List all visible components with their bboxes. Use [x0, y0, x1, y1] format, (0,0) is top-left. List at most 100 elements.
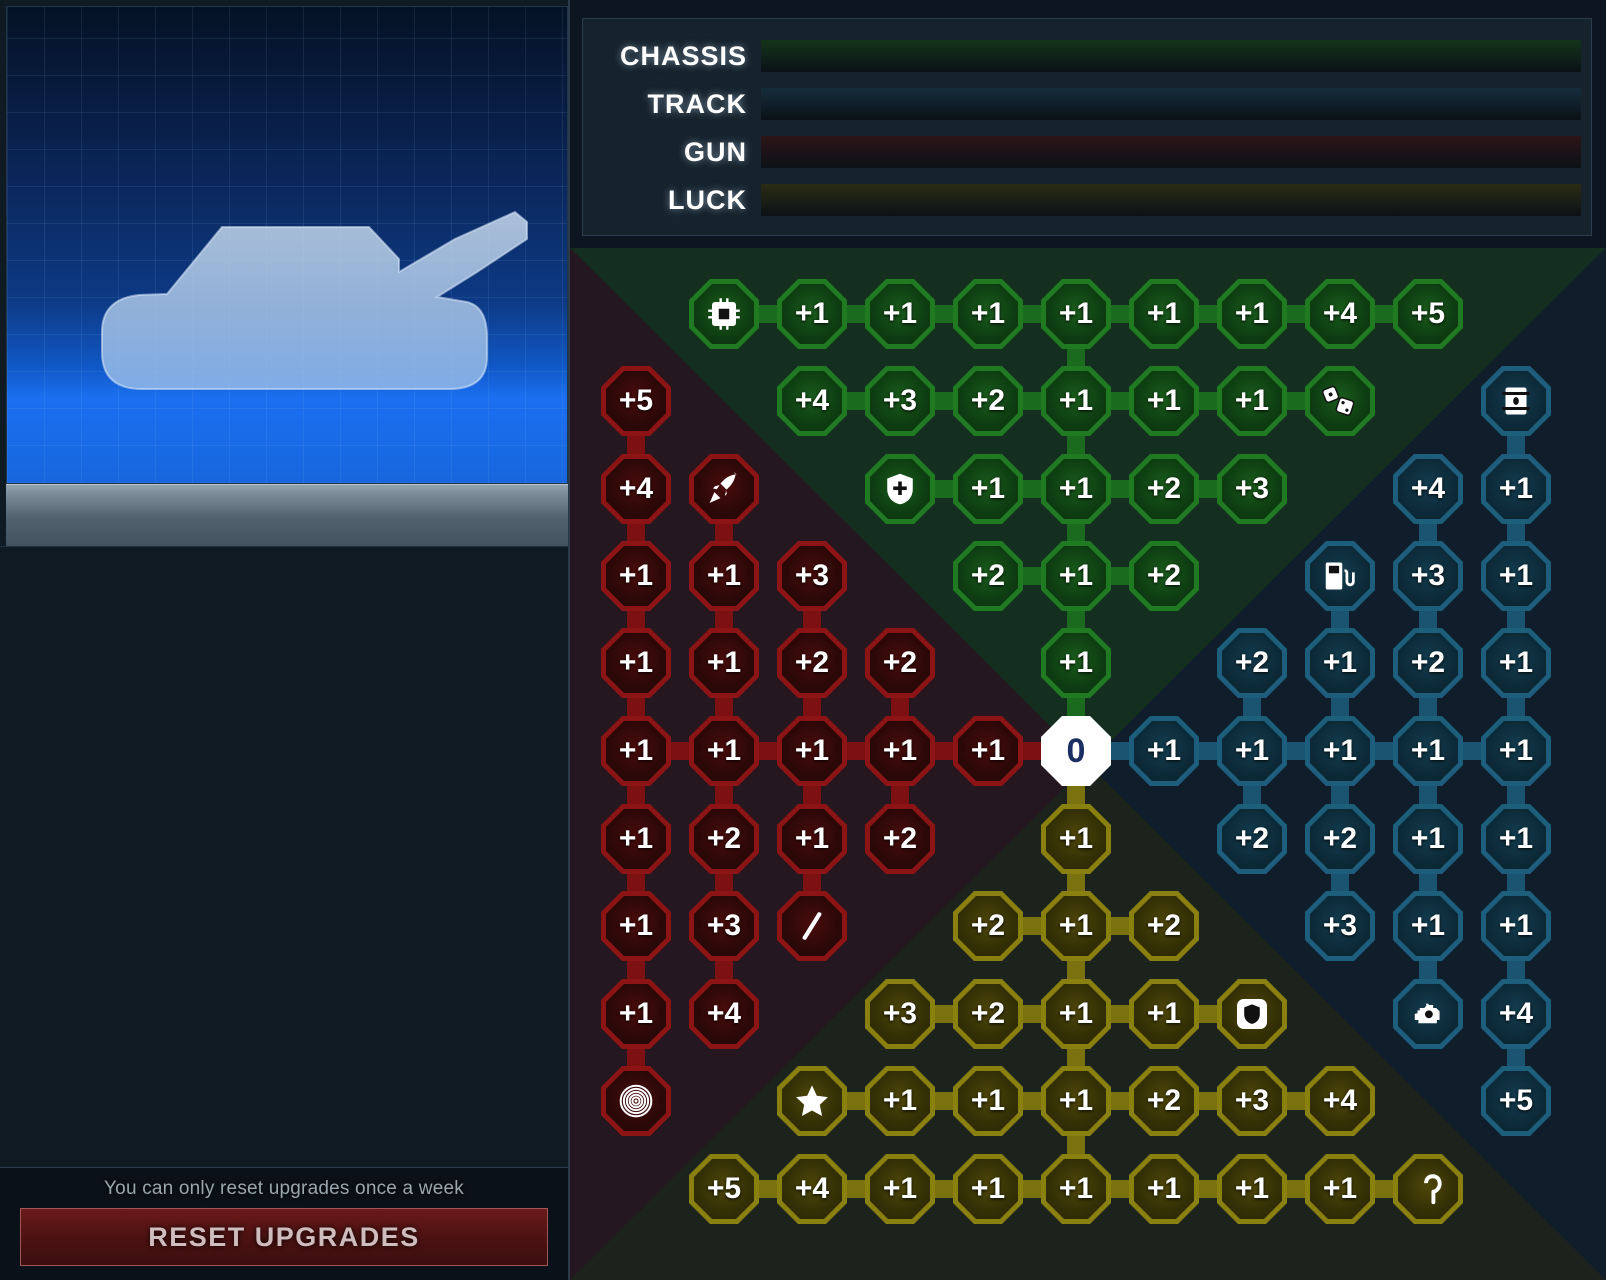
- skill-node[interactable]: +4: [1481, 979, 1551, 1049]
- skill-node[interactable]: +1: [1129, 279, 1199, 349]
- skill-node[interactable]: +1: [953, 1066, 1023, 1136]
- skill-node[interactable]: +2: [1129, 1066, 1199, 1136]
- skill-node[interactable]: +4: [777, 366, 847, 436]
- skill-node[interactable]: +1: [1305, 716, 1375, 786]
- skill-node[interactable]: +1: [601, 979, 671, 1049]
- skill-node[interactable]: +1: [1481, 891, 1551, 961]
- skill-node-chip-icon[interactable]: [689, 279, 759, 349]
- skill-node[interactable]: +1: [689, 541, 759, 611]
- skill-node[interactable]: +1: [689, 628, 759, 698]
- skill-node[interactable]: +1: [953, 716, 1023, 786]
- skill-node[interactable]: +1: [1481, 804, 1551, 874]
- skill-node[interactable]: +1: [865, 1154, 935, 1224]
- skill-node-shield-plus-icon[interactable]: [865, 454, 935, 524]
- skill-node[interactable]: +1: [1305, 628, 1375, 698]
- skill-node[interactable]: +5: [601, 366, 671, 436]
- skill-node[interactable]: +1: [777, 279, 847, 349]
- skill-node[interactable]: +1: [777, 716, 847, 786]
- skill-node[interactable]: +4: [601, 454, 671, 524]
- skill-node[interactable]: +1: [1217, 279, 1287, 349]
- skill-node-rocket-icon[interactable]: [689, 454, 759, 524]
- skill-node[interactable]: +4: [689, 979, 759, 1049]
- skill-node[interactable]: +1: [1217, 366, 1287, 436]
- skill-node[interactable]: +2: [865, 804, 935, 874]
- skill-node[interactable]: +1: [1481, 454, 1551, 524]
- skill-node[interactable]: +2: [953, 541, 1023, 611]
- skill-node[interactable]: +4: [777, 1154, 847, 1224]
- skill-node[interactable]: +1: [601, 716, 671, 786]
- skill-node[interactable]: +1: [1481, 541, 1551, 611]
- skill-node[interactable]: +4: [1305, 279, 1375, 349]
- skill-node[interactable]: +3: [689, 891, 759, 961]
- skill-node[interactable]: +2: [1129, 891, 1199, 961]
- skill-node[interactable]: 0: [1041, 716, 1111, 786]
- skill-node[interactable]: +1: [601, 891, 671, 961]
- skill-node[interactable]: +1: [689, 716, 759, 786]
- skill-node[interactable]: +2: [865, 628, 935, 698]
- skill-node[interactable]: +2: [1129, 541, 1199, 611]
- skill-node[interactable]: +1: [1129, 1154, 1199, 1224]
- skill-node[interactable]: +1: [1393, 716, 1463, 786]
- skill-node[interactable]: +2: [953, 366, 1023, 436]
- skill-node[interactable]: +1: [1129, 979, 1199, 1049]
- skill-node[interactable]: +1: [601, 804, 671, 874]
- skill-node-shield-square-icon[interactable]: [1217, 979, 1287, 1049]
- skill-node-dice-icon[interactable]: [1305, 366, 1375, 436]
- skill-node[interactable]: +2: [953, 979, 1023, 1049]
- reset-upgrades-button[interactable]: RESET UPGRADES: [20, 1208, 548, 1266]
- skill-node[interactable]: +4: [1393, 454, 1463, 524]
- skill-node[interactable]: +1: [865, 716, 935, 786]
- skill-node-barrel-icon[interactable]: [1481, 366, 1551, 436]
- skill-node[interactable]: +3: [865, 366, 935, 436]
- skill-node[interactable]: +2: [1393, 628, 1463, 698]
- skill-node[interactable]: +1: [1041, 891, 1111, 961]
- skill-node[interactable]: +1: [601, 541, 671, 611]
- skill-node[interactable]: +3: [1393, 541, 1463, 611]
- skill-node[interactable]: +2: [1305, 804, 1375, 874]
- skill-node[interactable]: +1: [1481, 628, 1551, 698]
- skill-node-engine-icon[interactable]: [1393, 979, 1463, 1049]
- skill-node[interactable]: +1: [865, 1066, 935, 1136]
- skill-node[interactable]: +1: [1217, 1154, 1287, 1224]
- skill-node[interactable]: +1: [1217, 716, 1287, 786]
- skill-node[interactable]: +1: [1129, 716, 1199, 786]
- skill-node[interactable]: +1: [1041, 979, 1111, 1049]
- skill-node-star-icon[interactable]: [777, 1066, 847, 1136]
- skill-node[interactable]: +1: [1393, 891, 1463, 961]
- skill-node[interactable]: +4: [1305, 1066, 1375, 1136]
- skill-node[interactable]: +3: [865, 979, 935, 1049]
- skill-node[interactable]: +3: [1305, 891, 1375, 961]
- skill-node[interactable]: +1: [953, 279, 1023, 349]
- skill-node[interactable]: +1: [1041, 804, 1111, 874]
- skill-node[interactable]: +1: [1041, 454, 1111, 524]
- skill-node[interactable]: +2: [689, 804, 759, 874]
- skill-node[interactable]: +5: [1481, 1066, 1551, 1136]
- skill-node[interactable]: +1: [1129, 366, 1199, 436]
- skill-node-stick-icon[interactable]: [777, 891, 847, 961]
- skill-node[interactable]: +2: [1217, 804, 1287, 874]
- skill-node[interactable]: +1: [1481, 716, 1551, 786]
- skill-node[interactable]: +3: [777, 541, 847, 611]
- skill-node[interactable]: +1: [1041, 1154, 1111, 1224]
- skill-node[interactable]: +2: [1129, 454, 1199, 524]
- skill-node[interactable]: +1: [777, 804, 847, 874]
- skill-node[interactable]: +1: [953, 454, 1023, 524]
- skill-node[interactable]: +1: [865, 279, 935, 349]
- skill-node[interactable]: +5: [689, 1154, 759, 1224]
- skill-node-spiral-icon[interactable]: [601, 1066, 671, 1136]
- skill-node[interactable]: +1: [1041, 541, 1111, 611]
- skill-node[interactable]: +1: [1393, 804, 1463, 874]
- skill-node-hook-icon[interactable]: [1393, 1154, 1463, 1224]
- skill-node[interactable]: +1: [953, 1154, 1023, 1224]
- skill-node[interactable]: +1: [1305, 1154, 1375, 1224]
- skill-node[interactable]: +1: [1041, 279, 1111, 349]
- skill-node[interactable]: +1: [601, 628, 671, 698]
- skill-node[interactable]: +1: [1041, 366, 1111, 436]
- skill-node[interactable]: +2: [1217, 628, 1287, 698]
- skill-node[interactable]: +1: [1041, 1066, 1111, 1136]
- skill-node[interactable]: +3: [1217, 1066, 1287, 1136]
- skill-node[interactable]: +2: [953, 891, 1023, 961]
- skill-node[interactable]: +2: [777, 628, 847, 698]
- skill-node[interactable]: +3: [1217, 454, 1287, 524]
- skill-node-fuel-pump-icon[interactable]: [1305, 541, 1375, 611]
